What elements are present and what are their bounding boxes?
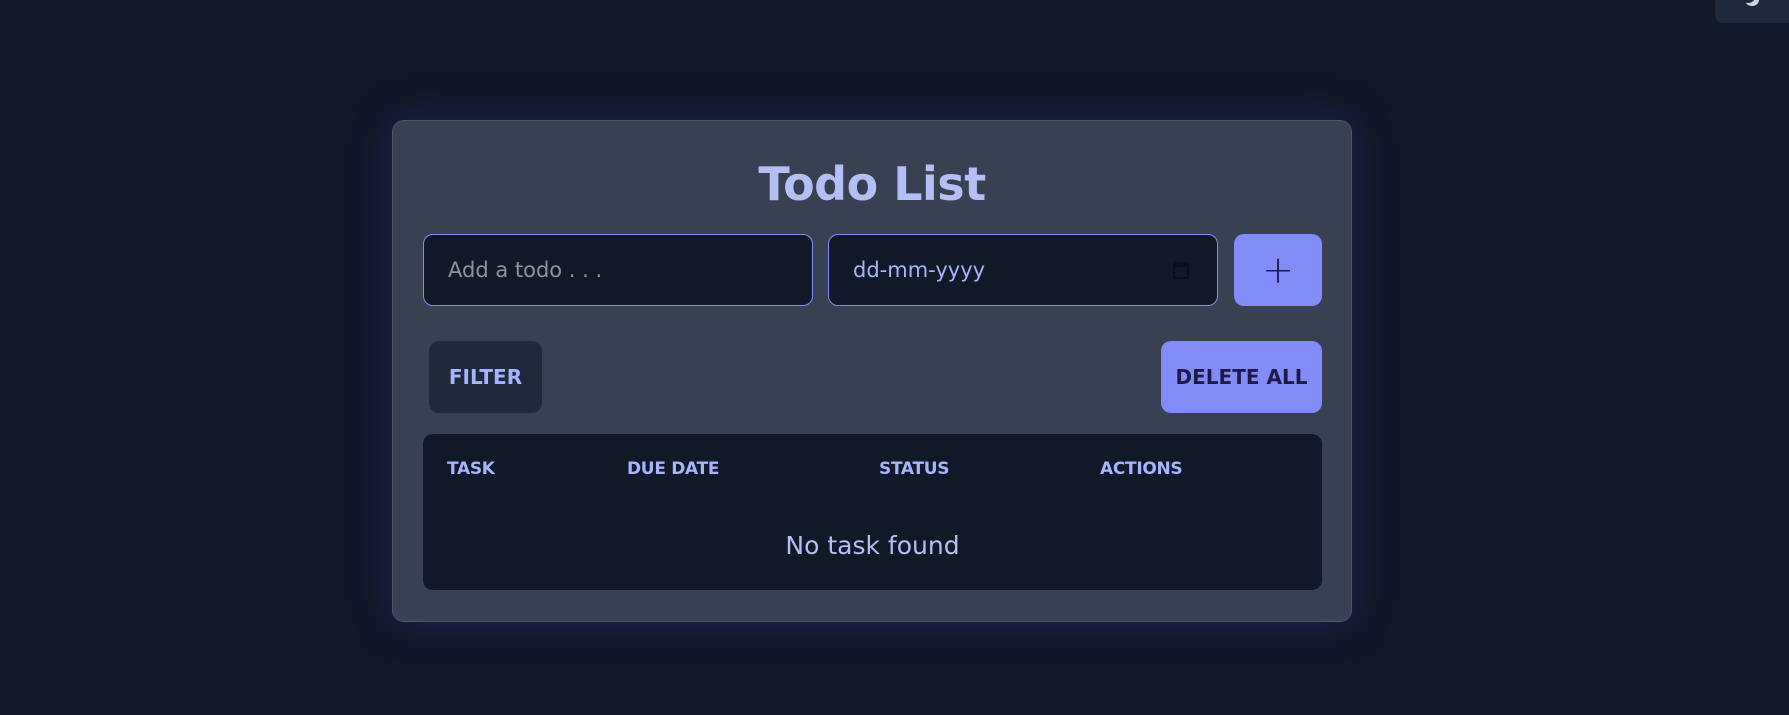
todo-input-placeholder: Add a todo . . . <box>448 258 603 282</box>
theme-toggle-button[interactable] <box>1715 0 1789 23</box>
column-header-status: STATUS <box>879 459 950 479</box>
column-header-task: TASK <box>447 459 495 479</box>
moon-icon <box>1745 0 1759 6</box>
plus-icon: + <box>1262 248 1294 292</box>
page-title: Todo List <box>758 157 986 211</box>
delete-all-button[interactable]: DELETE ALL <box>1161 341 1322 413</box>
empty-state-message: No task found <box>785 531 960 560</box>
todo-input[interactable]: Add a todo . . . <box>423 234 813 306</box>
column-header-actions: ACTIONS <box>1100 459 1183 479</box>
filter-button[interactable]: FILTER <box>429 341 542 413</box>
calendar-icon[interactable] <box>1173 261 1189 279</box>
todo-table: TASK DUE DATE STATUS ACTIONS No task fou… <box>423 434 1322 590</box>
todo-card: Todo List Add a todo . . . dd-mm-yyyy + … <box>392 120 1352 622</box>
due-date-placeholder: dd-mm-yyyy <box>853 258 986 282</box>
add-todo-button[interactable]: + <box>1234 234 1322 306</box>
column-header-due-date: DUE DATE <box>627 459 720 479</box>
due-date-input[interactable]: dd-mm-yyyy <box>828 234 1218 306</box>
